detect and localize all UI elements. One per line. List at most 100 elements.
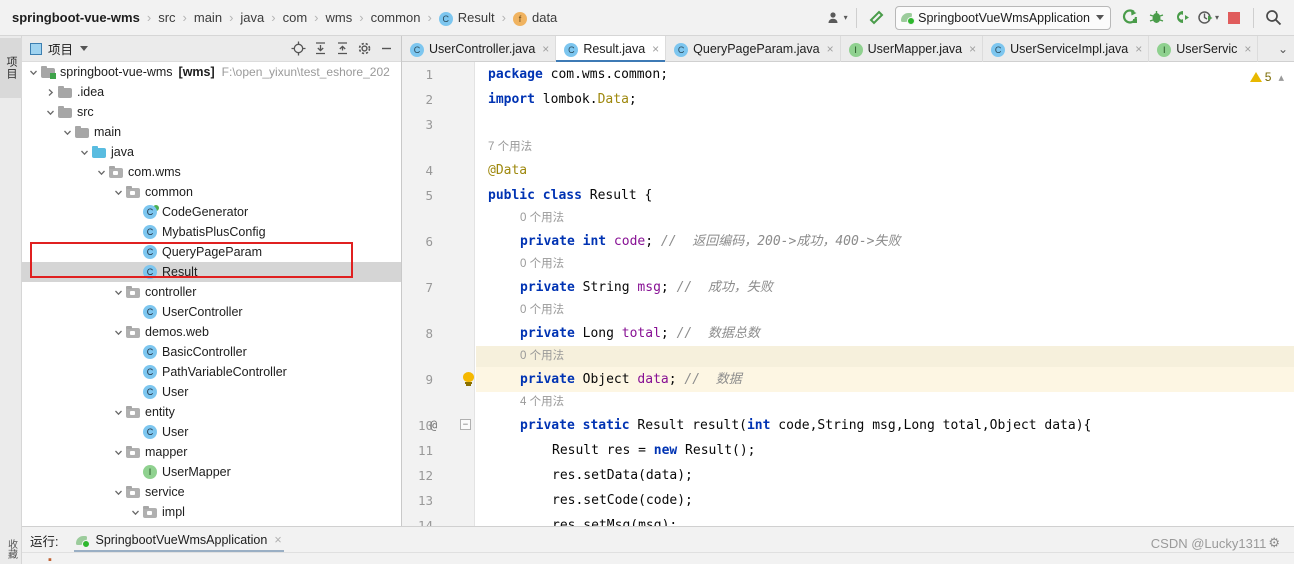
code-line-10[interactable]: 10 @ − private static Result result(int cod… xyxy=(418,413,1294,438)
tree-node-com-wms[interactable]: com.wms xyxy=(22,162,401,182)
chevron-down-icon[interactable] xyxy=(113,187,124,198)
tree-node-mybatisplusconfig[interactable]: C MybatisPlusConfig xyxy=(22,222,401,242)
chevron-down-icon[interactable] xyxy=(45,107,56,118)
tree-node-service[interactable]: service xyxy=(22,482,401,502)
code-editor[interactable]: 1 package com.wms.common; 2 import lombok.D… xyxy=(402,62,1294,526)
editor-tab-usermapper-java[interactable]: I UserMapper.java × xyxy=(841,36,984,62)
close-icon[interactable]: × xyxy=(827,42,834,56)
tree-node-pathvariablecontroller[interactable]: C PathVariableController xyxy=(22,362,401,382)
tree-node-java[interactable]: java xyxy=(22,142,401,162)
tree-node-src[interactable]: src xyxy=(22,102,401,122)
expand-all-icon[interactable] xyxy=(309,38,331,60)
chevron-up-icon[interactable]: ▴ xyxy=(1278,71,1284,84)
code-line-11[interactable]: 11 Result res = new Result(); xyxy=(418,438,1294,463)
run-tab[interactable]: SpringbootVueWmsApplication × xyxy=(70,527,287,553)
chevron-down-icon[interactable] xyxy=(1096,15,1104,20)
chevron-down-icon[interactable] xyxy=(79,147,90,158)
code-line-7[interactable]: 7 private String msg; // 成功，失败 xyxy=(425,275,1294,300)
editor-tab-usercontroller-java[interactable]: C UserController.java × xyxy=(402,36,557,62)
chevron-down-icon[interactable] xyxy=(113,487,124,498)
run-configuration-selector[interactable]: SpringbootVueWmsApplication xyxy=(895,5,1111,30)
usage-hint[interactable]: 0 个用法 xyxy=(476,208,1294,229)
usage-hint[interactable]: 0 个用法 xyxy=(476,300,1294,321)
chevron-down-icon[interactable] xyxy=(130,507,141,518)
tree-node-user[interactable]: C User xyxy=(22,422,401,442)
user-icon[interactable]: ▾ xyxy=(824,5,850,31)
close-icon[interactable]: × xyxy=(652,42,659,56)
editor-tab-userserviceimpl-java[interactable]: C UserServiceImpl.java × xyxy=(983,36,1150,62)
chevron-down-icon[interactable] xyxy=(113,287,124,298)
profiler-icon[interactable]: ▾ xyxy=(1195,5,1221,31)
tree-node-impl[interactable]: impl xyxy=(22,502,401,522)
tree-node-demos-web[interactable]: demos.web xyxy=(22,322,401,342)
chevron-down-icon[interactable] xyxy=(113,407,124,418)
chevron-down-icon[interactable] xyxy=(73,38,95,60)
locate-icon[interactable] xyxy=(287,38,309,60)
tree-node-basiccontroller[interactable]: C BasicController xyxy=(22,342,401,362)
tree-node-result[interactable]: C Result xyxy=(22,262,401,282)
code-line-6[interactable]: 6 private int code; // 返回编码，200->成功，400->… xyxy=(425,229,1294,254)
tree-node-springboot-vue-wms[interactable]: springboot-vue-wms [wms] F:\open_yixun\tes… xyxy=(22,62,401,82)
close-icon[interactable]: × xyxy=(274,533,281,547)
hide-panel-icon[interactable] xyxy=(375,38,397,60)
settings-gear-icon[interactable] xyxy=(353,38,375,60)
close-icon[interactable]: × xyxy=(1244,42,1251,56)
code-line-8[interactable]: 8 private Long total; // 数据总数 xyxy=(425,321,1294,346)
chevron-down-icon[interactable] xyxy=(28,67,39,78)
override-marker-icon[interactable]: @ xyxy=(430,413,437,438)
tree-node-codegenerator[interactable]: C CodeGenerator xyxy=(22,202,401,222)
usage-hint[interactable]: 0 个用法 xyxy=(476,346,1294,367)
hammer-icon[interactable] xyxy=(863,5,889,31)
run-coverage-icon[interactable] xyxy=(1169,5,1195,31)
debug-icon[interactable] xyxy=(1143,5,1169,31)
tree-node-mapper[interactable]: mapper xyxy=(22,442,401,462)
tree-node-querypageparam[interactable]: C QueryPageParam xyxy=(22,242,401,262)
close-icon[interactable]: × xyxy=(969,42,976,56)
code-line-14[interactable]: 14 res.setMsg(msg); xyxy=(418,513,1294,526)
chevron-right-icon[interactable] xyxy=(45,87,56,98)
usage-hint[interactable]: 7 个用法 xyxy=(476,137,1294,158)
tree-node-common[interactable]: common xyxy=(22,182,401,202)
code-line-12[interactable]: 12 res.setData(data); xyxy=(418,463,1294,488)
breadcrumb-item-common[interactable]: common xyxy=(371,10,421,25)
breadcrumb-item-com[interactable]: com xyxy=(283,10,308,25)
chevron-down-icon[interactable] xyxy=(62,127,73,138)
breadcrumb-item-src[interactable]: src xyxy=(158,10,175,25)
intention-bulb-icon[interactable] xyxy=(462,372,475,386)
tree-node-entity[interactable]: entity xyxy=(22,402,401,422)
code-line-4[interactable]: 4 @Data xyxy=(425,158,1294,183)
breadcrumb-item-data[interactable]: f data xyxy=(512,10,557,26)
sidebar-tab-project[interactable]: 项目 xyxy=(0,38,22,98)
code-line-1[interactable]: 1 package com.wms.common; xyxy=(425,62,1294,87)
editor-tab-querypageparam-java[interactable]: C QueryPageParam.java × xyxy=(666,36,841,62)
run-icon[interactable] xyxy=(1117,5,1143,31)
sidebar-tab-favorites[interactable]: 收藏 xyxy=(0,534,22,564)
breadcrumb-item-springboot-vue-wms[interactable]: springboot-vue-wms xyxy=(12,10,140,25)
project-tree[interactable]: springboot-vue-wms [wms] F:\open_yixun\tes… xyxy=(22,62,401,526)
close-icon[interactable]: × xyxy=(1135,42,1142,56)
chevron-down-icon[interactable] xyxy=(113,447,124,458)
stop-icon[interactable] xyxy=(1221,5,1247,31)
code-line-13[interactable]: 13 res.setCode(code); xyxy=(418,488,1294,513)
chevron-down-icon[interactable] xyxy=(96,167,107,178)
editor-content[interactable]: 1 package com.wms.common; 2 import lombok.D… xyxy=(418,62,1294,526)
breadcrumb-item-java[interactable]: java xyxy=(240,10,264,25)
tree-node--idea[interactable]: .idea xyxy=(22,82,401,102)
close-icon[interactable]: × xyxy=(542,42,549,56)
tree-node-user[interactable]: C User xyxy=(22,382,401,402)
tree-node-controller[interactable]: controller xyxy=(22,282,401,302)
inspection-warning-badge[interactable]: 5 ▴ xyxy=(1249,70,1284,84)
breadcrumb-item-result[interactable]: C Result xyxy=(438,10,495,26)
collapse-all-icon[interactable] xyxy=(331,38,353,60)
code-line-5[interactable]: 5 public class Result { xyxy=(425,183,1294,208)
breadcrumb-item-main[interactable]: main xyxy=(194,10,222,25)
tree-node-usermapper[interactable]: I UserMapper xyxy=(22,462,401,482)
tree-node-main[interactable]: main xyxy=(22,122,401,142)
usage-hint[interactable]: 0 个用法 xyxy=(476,254,1294,275)
more-tabs-icon[interactable]: ⌄ xyxy=(1272,36,1294,61)
code-line-2[interactable]: 2 import lombok.Data; xyxy=(425,87,1294,112)
code-line-9[interactable]: 9 private Object data; // 数据 xyxy=(425,367,1294,392)
tree-node-usercontroller[interactable]: C UserController xyxy=(22,302,401,322)
chevron-down-icon[interactable] xyxy=(113,327,124,338)
code-line-3[interactable]: 3 xyxy=(425,112,1294,137)
